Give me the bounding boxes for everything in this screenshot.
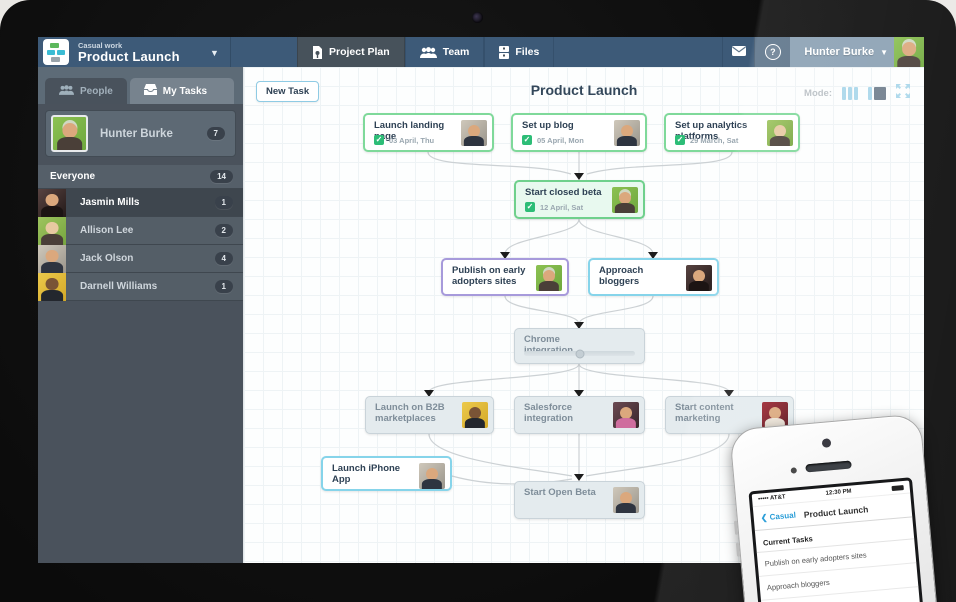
project-switcher[interactable]: Product Launch xyxy=(78,49,180,64)
clock: 12:30 PM xyxy=(825,488,852,497)
people-icon xyxy=(419,46,437,58)
task-node-launch-iphone-app[interactable]: Launch iPhone App xyxy=(321,456,452,491)
avatar xyxy=(613,402,639,428)
slider-knob[interactable] xyxy=(575,349,584,358)
task-node-salesforce-integration[interactable]: Salesforce integration xyxy=(514,396,645,434)
sidebar: People My Tasks Hunter Burke 7 Everyone … xyxy=(38,67,243,563)
avatar xyxy=(612,187,638,213)
avatar xyxy=(51,115,88,152)
task-count-badge: 1 xyxy=(214,280,233,293)
phone-nav-title: Product Launch xyxy=(803,503,869,520)
help-button[interactable]: ? xyxy=(754,37,791,67)
chevron-down-icon: ▼ xyxy=(880,47,888,57)
avatar xyxy=(767,120,793,146)
sidebar-item-everyone[interactable]: Everyone 14 xyxy=(38,165,243,189)
task-node-start-closed-beta[interactable]: Start closed beta ✓ 12 April, Sat xyxy=(514,180,645,219)
people-icon xyxy=(59,84,74,98)
front-camera xyxy=(821,438,832,448)
avatar xyxy=(462,402,488,428)
tab-project-plan[interactable]: Project Plan xyxy=(297,37,405,67)
sidebar-tab-my-tasks[interactable]: My Tasks xyxy=(129,78,234,104)
avatar xyxy=(38,188,66,217)
task-node-set-up-blog[interactable]: Set up blog ✓ 05 April, Mon xyxy=(511,113,647,152)
chevron-down-icon[interactable]: ▼ xyxy=(210,48,219,58)
files-icon xyxy=(499,45,510,59)
earpiece xyxy=(805,460,852,473)
task-node-start-open-beta[interactable]: Start Open Beta xyxy=(514,481,645,519)
user-name: Hunter Burke xyxy=(100,127,173,140)
task-node-launch-landing-page[interactable]: Launch landing page ✓ 03 April, Thu xyxy=(363,113,494,152)
battery-icon xyxy=(891,484,904,491)
help-icon: ? xyxy=(764,44,781,60)
task-count-badge: 14 xyxy=(210,170,233,183)
done-check-icon[interactable]: ✓ xyxy=(675,135,685,145)
avatar xyxy=(38,216,66,245)
done-check-icon[interactable]: ✓ xyxy=(525,202,535,212)
avatar xyxy=(419,463,445,489)
volume-button xyxy=(735,542,741,557)
tablet-mockup: Casual work Product Launch ▼ Project Pla… xyxy=(0,0,956,602)
avatar xyxy=(536,265,562,291)
task-count-badge: 1 xyxy=(214,196,233,209)
mail-button[interactable] xyxy=(722,37,754,67)
done-check-icon[interactable]: ✓ xyxy=(522,135,532,145)
task-node-approach-bloggers[interactable]: Approach bloggers xyxy=(588,258,719,296)
back-button[interactable]: ❮ Casual xyxy=(760,511,796,523)
sidebar-item-darnell-williams[interactable]: Darnell Williams 1 xyxy=(38,272,243,301)
volume-button xyxy=(733,520,739,535)
task-count-badge: 4 xyxy=(214,252,233,265)
phone-screen: ••••• AT&T 12:30 PM ❮ Casual Product Lau… xyxy=(748,477,932,602)
tab-team[interactable]: Team xyxy=(404,37,485,67)
avatar xyxy=(461,120,487,146)
task-count-badge: 2 xyxy=(214,224,233,237)
document-icon xyxy=(312,45,323,59)
user-menu[interactable]: Hunter Burke ▼ xyxy=(790,37,924,67)
task-node-chrome-integration[interactable]: Chrome integration xyxy=(514,328,645,364)
avatar xyxy=(614,120,640,146)
tab-files[interactable]: Files xyxy=(484,37,555,67)
carrier-label: ••••• AT&T xyxy=(757,494,786,503)
sidebar-item-jasmin-mills[interactable]: Jasmin Mills 1 xyxy=(38,188,243,217)
sidebar-item-allison-lee[interactable]: Allison Lee 2 xyxy=(38,216,243,245)
task-count-badge: 7 xyxy=(206,127,225,140)
iphone-mockup: ••••• AT&T 12:30 PM ❮ Casual Product Lau… xyxy=(729,413,947,602)
sidebar-tab-people[interactable]: People xyxy=(45,78,127,104)
avatar xyxy=(613,487,639,513)
done-check-icon[interactable]: ✓ xyxy=(374,135,384,145)
sidebar-item-jack-olson[interactable]: Jack Olson 4 xyxy=(38,244,243,273)
task-node-set-up-analytics[interactable]: Set up analytics platforms ✓ 29 March, S… xyxy=(664,113,800,152)
task-node-b2b-marketplaces[interactable]: Launch on B2B marketplaces xyxy=(365,396,494,434)
progress-slider[interactable] xyxy=(524,349,635,358)
avatar xyxy=(894,37,924,67)
casual-logo[interactable] xyxy=(43,39,69,65)
inbox-icon xyxy=(143,84,157,98)
mail-icon xyxy=(731,43,746,61)
avatar xyxy=(38,244,66,273)
device-camera xyxy=(472,12,483,23)
sensor-dot xyxy=(790,467,798,474)
avatar xyxy=(686,265,712,291)
user-name: Hunter Burke xyxy=(804,46,875,58)
task-node-publish-early-adopters[interactable]: Publish on early adopters sites xyxy=(441,258,569,296)
top-navbar: Casual work Product Launch ▼ Project Pla… xyxy=(38,37,924,67)
avatar xyxy=(38,272,66,301)
my-summary-card[interactable]: Hunter Burke 7 xyxy=(45,110,236,157)
